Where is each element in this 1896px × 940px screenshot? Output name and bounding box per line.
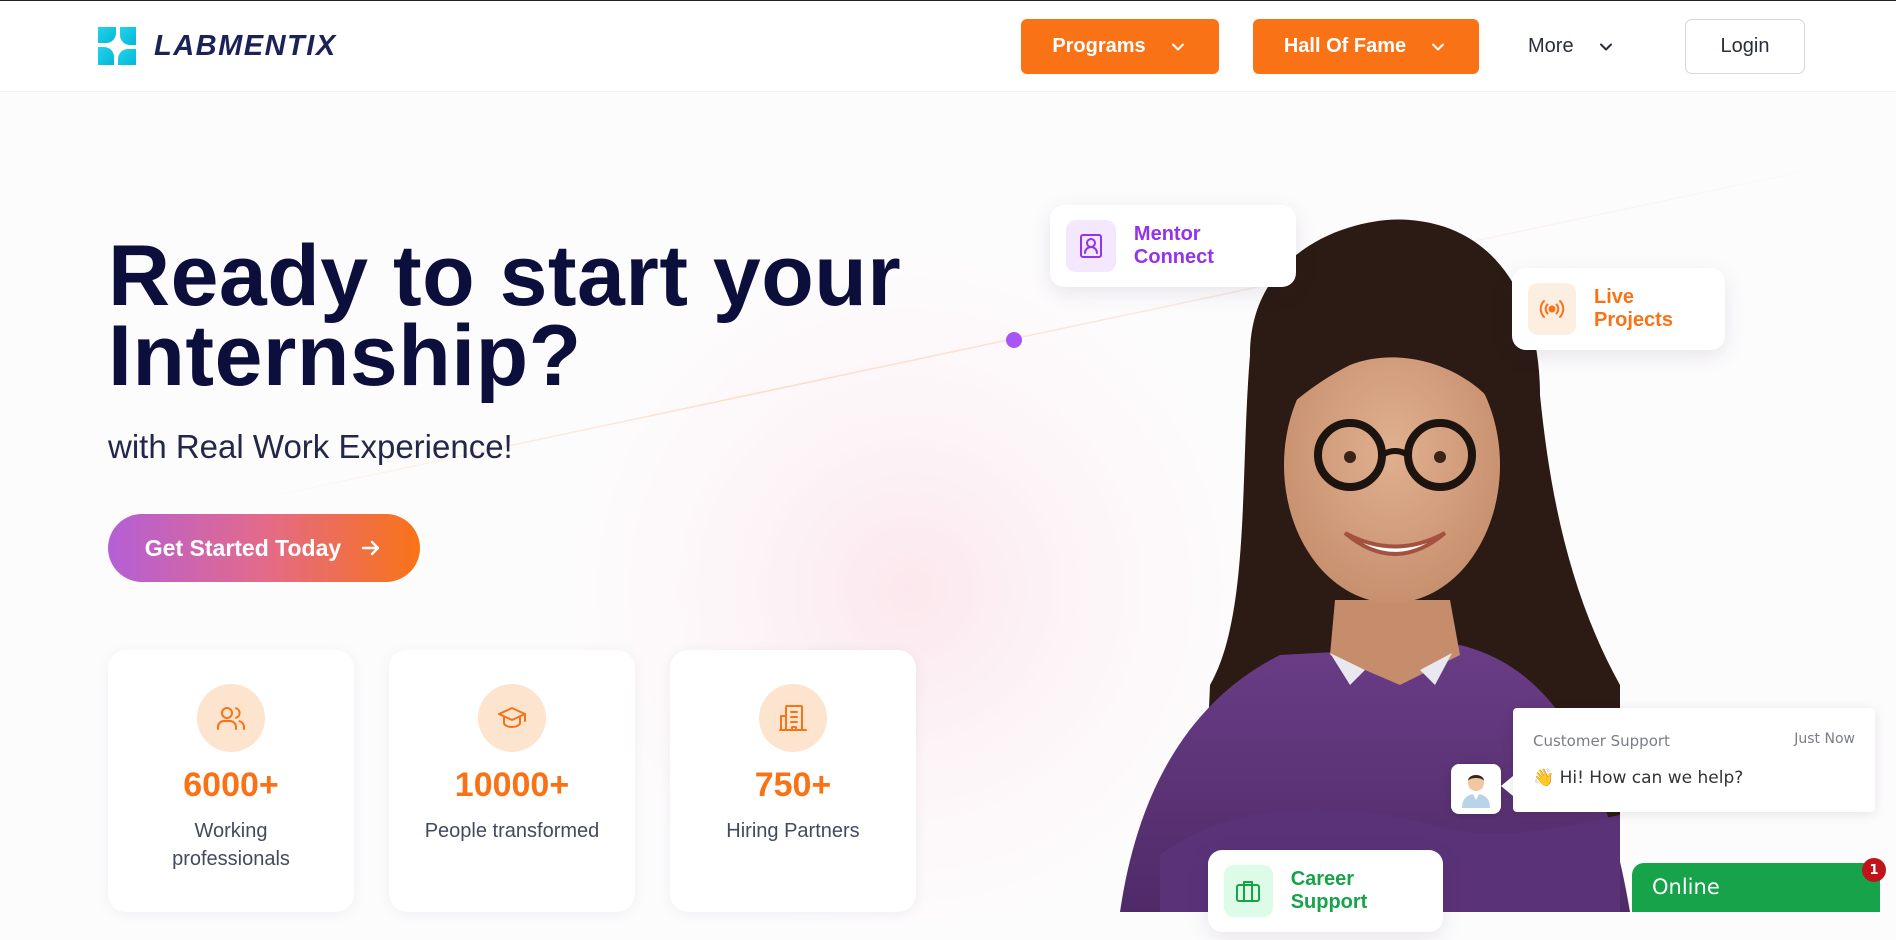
- stat-card-professionals: 6000+ Working professionals: [108, 650, 354, 912]
- chat-timestamp: Just Now: [1794, 731, 1855, 747]
- stat-label: Working professionals: [172, 820, 290, 870]
- chat-bubble-tail: [1501, 776, 1513, 796]
- contact-card-icon: [1079, 234, 1102, 258]
- graduation-cap-icon: [498, 707, 526, 728]
- stat-icon-badge: [759, 684, 827, 752]
- stat-card-partners: 750+ Hiring Partners: [670, 650, 916, 912]
- stat-value: 750+: [754, 766, 832, 804]
- hero-subtitle: with Real Work Experience!: [108, 428, 513, 465]
- career-support-card: Career Support: [1208, 850, 1443, 932]
- stat-value: 10000+: [454, 766, 570, 804]
- support-agent-avatar[interactable]: [1451, 764, 1501, 814]
- users-icon: [217, 707, 245, 730]
- stat-card-transformed: 10000+ People transformed: [389, 650, 635, 912]
- get-started-button[interactable]: Get Started Today: [108, 514, 420, 582]
- arrow-right-icon: [361, 540, 380, 556]
- stat-label: People transformed: [424, 820, 600, 842]
- live-projects-card: Live Projects: [1512, 268, 1725, 350]
- career-support-label: Career Support: [1290, 868, 1368, 913]
- support-chat-popup[interactable]: Customer Support Just Now 👋 Hi! How can …: [1513, 708, 1875, 812]
- broadcast-icon: [1539, 300, 1565, 318]
- support-agent-icon: [1462, 775, 1490, 808]
- mentor-connect-card: Mentor Connect: [1050, 205, 1296, 287]
- decorative-dot: [1006, 332, 1022, 348]
- fc-icon-badge: [1066, 220, 1116, 272]
- briefcase-icon: [1236, 881, 1261, 902]
- online-label: Online: [1652, 875, 1720, 899]
- stat-value: 6000+: [183, 766, 279, 804]
- chat-title: Customer Support: [1533, 732, 1670, 750]
- building-icon: [779, 705, 807, 731]
- fc-icon-badge: [1224, 865, 1273, 917]
- hero-title: Ready to start your Internship?: [108, 228, 902, 404]
- stat-icon-badge: [197, 684, 265, 752]
- get-started-label: Get Started Today: [144, 534, 342, 561]
- chat-message: 👋 Hi! How can we help?: [1533, 768, 1744, 788]
- stat-label: Hiring Partners: [726, 820, 860, 842]
- live-projects-label: Live Projects: [1594, 286, 1673, 331]
- fc-icon-badge: [1528, 283, 1577, 335]
- notification-badge: 1: [1862, 858, 1886, 882]
- mentor-connect-label: Mentor Connect: [1133, 223, 1214, 268]
- online-chat-button[interactable]: Online: [1632, 863, 1880, 912]
- stat-icon-badge: [478, 684, 546, 752]
